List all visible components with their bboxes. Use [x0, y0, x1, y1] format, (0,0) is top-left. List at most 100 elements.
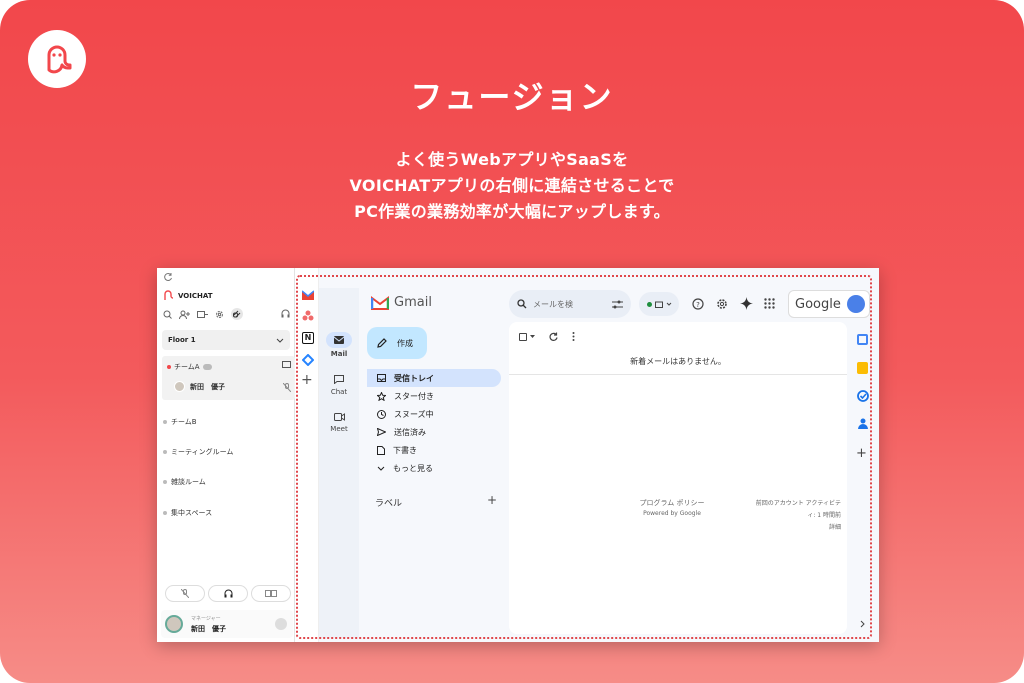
folder-label: 下書き [393, 445, 417, 455]
screen-share-button[interactable] [251, 585, 291, 602]
refresh-icon[interactable] [163, 272, 173, 282]
room-chat[interactable]: 雑談ルーム [163, 477, 206, 487]
page-title: フュージョン [410, 78, 614, 116]
add-addon-icon[interactable]: + [856, 446, 867, 461]
search-icon[interactable] [163, 310, 172, 319]
clock-icon [377, 409, 386, 419]
side-panel-rail: + [849, 322, 877, 638]
settings-icon[interactable] [215, 310, 224, 319]
nav-meet[interactable]: Meet [319, 410, 359, 433]
room-team-b[interactable]: チームB [163, 417, 197, 427]
search-bar[interactable]: メールを検 [509, 290, 631, 318]
svg-text:?: ? [696, 301, 700, 309]
folder-label: 受信トレイ [394, 373, 434, 383]
tasks-app-icon[interactable] [857, 390, 869, 402]
nav-chat[interactable]: Chat [319, 372, 359, 396]
user-role: マネージャー [191, 616, 221, 622]
more-vert-icon[interactable] [572, 332, 575, 341]
voichat-brand: VOICHAT [163, 290, 213, 301]
folder-starred[interactable]: スター付き [367, 387, 501, 405]
keep-app-icon[interactable] [857, 362, 868, 374]
chat-bubble-icon [202, 364, 212, 370]
mic-toggle-button[interactable] [165, 585, 205, 602]
jira-app-icon[interactable] [302, 354, 314, 366]
description-line-2: VOICHATアプリの右側に連結させることで [349, 176, 675, 195]
team-a-room[interactable]: チームA 新田 優子 [162, 356, 295, 400]
add-label-icon[interactable]: + [487, 493, 497, 507]
add-user-icon[interactable] [179, 310, 190, 319]
search-input[interactable]: メールを検 [533, 299, 606, 310]
chevron-right-icon[interactable] [860, 620, 865, 628]
details-link[interactable]: 詳細 [727, 522, 841, 531]
room-name: チームB [171, 418, 197, 426]
gmail-logo[interactable]: Gmail [371, 295, 432, 310]
gemini-sparkle-icon[interactable] [740, 297, 753, 310]
floor-select[interactable]: Floor 1 [162, 330, 290, 350]
settings-icon[interactable] [716, 298, 728, 310]
mail-icon [334, 336, 344, 344]
headset-icon[interactable] [281, 309, 290, 318]
gmail-app-icon[interactable] [302, 290, 314, 300]
google-account-button[interactable]: Google [788, 290, 870, 318]
room-name: チームA [174, 363, 200, 371]
folder-more[interactable]: もっと見る [367, 459, 501, 477]
nav-mail[interactable]: Mail [319, 332, 359, 358]
gmail-app: Gmail メールを検 ? Google Mail Chat Meet 作成 受… [319, 268, 879, 642]
voichat-mini-logo-icon [164, 290, 173, 300]
mic-off-icon [181, 589, 189, 598]
chevron-down-icon [276, 338, 284, 343]
voichat-toolbar [163, 308, 243, 320]
apps-grid-icon[interactable] [764, 298, 775, 309]
inbox-panel: 新着メールはありません。 プログラム ポリシー Powered by Googl… [509, 322, 847, 634]
compose-button[interactable]: 作成 [367, 327, 427, 359]
headphones-icon [224, 589, 232, 598]
room-meeting[interactable]: ミーティングルーム [163, 447, 233, 457]
search-options-icon[interactable] [612, 300, 623, 309]
screen-share-icon [265, 590, 277, 597]
empty-inbox-message: 新着メールはありません。 [630, 357, 726, 366]
speaker-toggle-button[interactable] [208, 585, 248, 602]
send-icon [377, 428, 386, 436]
google-wordmark: Google [795, 296, 841, 312]
folder-label: もっと見る [393, 463, 433, 473]
chat-icon [334, 375, 344, 384]
asana-app-icon[interactable] [302, 310, 314, 321]
folder-sent[interactable]: 送信済み [367, 423, 501, 441]
room-dot [163, 420, 167, 424]
notion-app-icon[interactable]: N [302, 332, 314, 344]
status-button[interactable] [639, 292, 679, 316]
room-name: 集中スペース [171, 509, 213, 517]
refresh-icon[interactable] [549, 332, 558, 341]
inbox-toolbar [519, 332, 575, 341]
draft-icon [377, 445, 385, 455]
fusion-link-icon[interactable] [231, 308, 243, 320]
folder-snoozed[interactable]: スヌーズ中 [367, 405, 501, 423]
folder-label: 送信済み [394, 427, 426, 437]
search-icon [517, 299, 527, 309]
add-app-icon[interactable]: + [301, 372, 313, 388]
contacts-app-icon[interactable] [858, 418, 868, 429]
folder-inbox[interactable]: 受信トレイ [367, 369, 501, 387]
chevron-down-icon [377, 466, 385, 471]
program-policy-link[interactable]: プログラム ポリシー [627, 498, 717, 508]
chevron-down-icon [666, 302, 671, 306]
chat-icon[interactable] [275, 618, 287, 630]
invite-icon[interactable] [197, 310, 208, 319]
room-dot [163, 480, 167, 484]
member-row[interactable]: 新田 優子 [174, 381, 225, 392]
last-activity-time: ィ: 1 時間前 [807, 512, 841, 519]
compose-label: 作成 [397, 338, 413, 348]
account-avatar [847, 295, 865, 313]
gmail-side-nav: Mail Chat Meet [319, 288, 359, 638]
help-icon[interactable]: ? [692, 298, 704, 310]
current-user[interactable]: マネージャー 新田 優子 [161, 610, 293, 638]
room-focus[interactable]: 集中スペース [163, 508, 212, 518]
calendar-app-icon[interactable] [857, 334, 868, 345]
folder-drafts[interactable]: 下書き [367, 441, 501, 459]
fusion-app-rail: N + [297, 268, 319, 642]
room-dot [163, 511, 167, 515]
status-dot [646, 301, 652, 307]
select-all-checkbox[interactable] [519, 332, 535, 341]
folder-label: スター付き [394, 391, 434, 401]
divider [509, 374, 847, 375]
